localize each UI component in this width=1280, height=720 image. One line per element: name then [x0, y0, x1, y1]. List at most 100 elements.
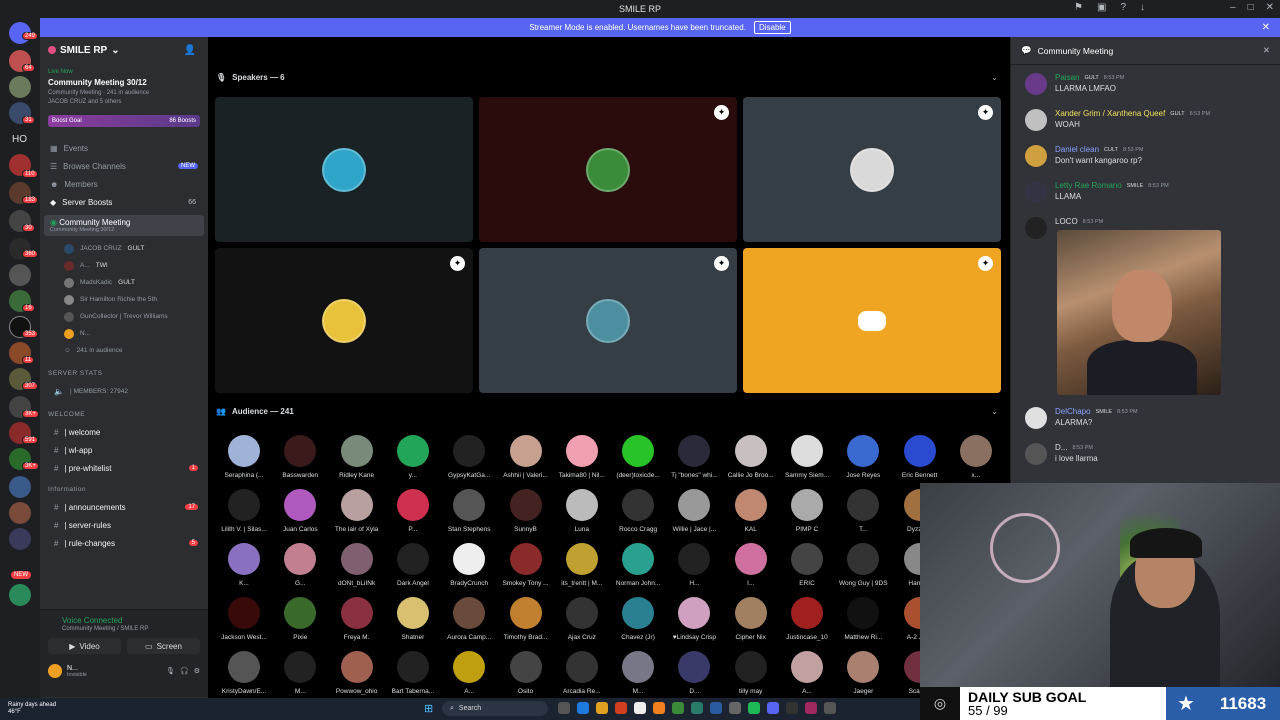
audience-member[interactable]: Jose Reyes [835, 435, 891, 489]
add-member-icon[interactable]: 👤 [184, 45, 196, 56]
audience-member[interactable]: Wong Guy | 9DS [835, 543, 891, 597]
audience-member[interactable]: I... [723, 543, 779, 597]
audience-member[interactable]: Lilith V. | Silas... [216, 489, 272, 543]
chat-message[interactable]: Xander Grim / Xanthena Queef GULT 8:53 PM W… [1025, 109, 1275, 131]
speaker-tile[interactable] [215, 97, 473, 242]
obs-icon[interactable] [786, 702, 798, 714]
audience-member[interactable]: M... [272, 651, 328, 698]
audience-member[interactable]: Shatner [385, 597, 441, 651]
audience-member[interactable]: Powwow_ohio [329, 651, 385, 698]
app-icon[interactable] [634, 702, 646, 714]
spotify-icon[interactable] [748, 702, 760, 714]
audience-member[interactable]: Sammy Siem... [779, 435, 835, 489]
audience-member[interactable]: Eric Bennett [892, 435, 948, 489]
audience-member[interactable]: Bart Taberna... [385, 651, 441, 698]
channel-welcome[interactable]: # | welcome [40, 423, 208, 441]
boost-goal-bar[interactable]: Boost Goal 86 Boosts [48, 115, 200, 127]
audience-member[interactable]: A... [441, 651, 497, 698]
channel-wl-app[interactable]: # | wl-app [40, 441, 208, 459]
server-icon[interactable] [9, 528, 31, 550]
app-icon[interactable] [805, 702, 817, 714]
app-icon[interactable] [729, 702, 741, 714]
windows-start-icon[interactable]: ⊞ [424, 702, 436, 715]
category-welcome[interactable]: WELCOME [40, 406, 208, 423]
audience-member[interactable]: Matthew Ri... [835, 597, 891, 651]
audience-member[interactable]: KristyDawn/E... [216, 651, 272, 698]
close-icon[interactable]: ✕ [1263, 45, 1270, 56]
monitor-icon[interactable]: ▣ [1097, 2, 1106, 13]
stage-user[interactable]: A... TWI [40, 257, 208, 274]
live-event-card[interactable]: Live Now Community Meeting 30/12 Communi… [40, 63, 208, 111]
audience-member[interactable]: G... [272, 543, 328, 597]
stage-user[interactable]: JACOB CRUZ GULT [40, 240, 208, 257]
task-view-icon[interactable] [558, 702, 570, 714]
audience-member[interactable]: Norman John... [610, 543, 666, 597]
help-icon[interactable]: ? [1120, 2, 1126, 13]
chat-message[interactable]: Letty Rae Romano SMILE 8:53 PM LLAMA [1025, 181, 1275, 203]
user-panel[interactable]: N... Invisible 🎙 🎧 ⚙ [40, 660, 208, 682]
audience-member[interactable]: Freya M. [329, 597, 385, 651]
speaker-tile[interactable]: ✦ [479, 248, 737, 393]
stage-user[interactable]: N... [40, 325, 208, 342]
discord-icon[interactable] [767, 702, 779, 714]
headphones-icon[interactable]: 🎧 [180, 667, 189, 675]
audience-member[interactable]: Jackson West... [216, 597, 272, 651]
mic-icon[interactable]: 🎙 [166, 667, 175, 675]
audience-member[interactable]: Takima80 | Nil... [554, 435, 610, 489]
audience-member[interactable]: y... [385, 435, 441, 489]
server-icon[interactable] [9, 76, 31, 98]
author-name[interactable]: DelChapo [1055, 407, 1091, 416]
audience-member[interactable]: tilly may [723, 651, 779, 698]
audience-member[interactable]: Seraphina (... [216, 435, 272, 489]
chevron-down-icon[interactable]: ⌄ [991, 73, 998, 82]
audience-member[interactable]: Juan Carlos [272, 489, 328, 543]
audience-member[interactable]: Aurora Camp... [441, 597, 497, 651]
weather-widget[interactable]: Rainy days ahead 46°F [8, 702, 56, 716]
stage-user[interactable]: MadsKadic GULT [40, 274, 208, 291]
audience-member[interactable]: Timothy Brad... [498, 597, 554, 651]
author-name[interactable]: Paisan [1055, 73, 1079, 82]
audience-member[interactable]: K... [216, 543, 272, 597]
audience-member[interactable]: Osito [498, 651, 554, 698]
author-name[interactable]: Daniel clean [1055, 145, 1099, 154]
inbox-icon[interactable]: ⚑ [1074, 2, 1083, 13]
channel-members-stat[interactable]: 🔈 | MEMBERS: 27942 [40, 382, 208, 400]
nav-server-boosts[interactable]: ◆ Server Boosts 66 [40, 193, 208, 211]
audience-member[interactable]: Stan Stephens [441, 489, 497, 543]
audience-member[interactable]: D... [666, 651, 722, 698]
app-icon[interactable] [672, 702, 684, 714]
explorer-icon[interactable] [596, 702, 608, 714]
audience-member[interactable]: Jaeger [835, 651, 891, 698]
minimize-icon[interactable]: – [1230, 2, 1236, 13]
channel-pre-whitelist[interactable]: # | pre-whitelist 1 [40, 459, 208, 477]
chat-message[interactable]: D... 8:53 PM i love llarma [1025, 443, 1275, 465]
audience-member[interactable]: Rocco Cragg [610, 489, 666, 543]
screen-button[interactable]: ▭ Screen [127, 638, 200, 654]
audience-member[interactable]: Basswarden [272, 435, 328, 489]
edge-icon[interactable] [577, 702, 589, 714]
stage-user[interactable]: Sir Hamilton Richie the 5th [40, 291, 208, 308]
download-icon[interactable]: ↓ [1140, 2, 1145, 13]
audience-member[interactable]: Dark Angel [385, 543, 441, 597]
audience-member[interactable]: H... [666, 543, 722, 597]
steam-icon[interactable] [710, 702, 722, 714]
server-icon[interactable] [9, 584, 31, 606]
vlc-icon[interactable] [653, 702, 665, 714]
nav-members[interactable]: ☻ Members [40, 175, 208, 193]
author-name[interactable]: Letty Rae Romano [1055, 181, 1122, 190]
audience-member[interactable]: T... [835, 489, 891, 543]
audience-member[interactable]: its_trentt | M... [554, 543, 610, 597]
audience-member[interactable]: ERIC [779, 543, 835, 597]
audience-count[interactable]: ☺ 241 in audience [40, 342, 208, 359]
channel-rule-changes[interactable]: # | rule-changes 5 [40, 534, 208, 552]
audience-member[interactable]: Cipher Nix [723, 597, 779, 651]
stage-user[interactable]: GunCollector | Trevor Williams [40, 308, 208, 325]
taskbar-search[interactable]: ⌕ Search [442, 701, 548, 716]
close-icon[interactable]: ✕ [1266, 2, 1274, 13]
speaker-tile[interactable]: ✦ [743, 97, 1001, 242]
speaker-tile[interactable]: ✦ [215, 248, 473, 393]
channel-announcements[interactable]: # | announcements 17 [40, 498, 208, 516]
audience-member[interactable]: A... [779, 651, 835, 698]
speaker-tile[interactable]: ✦ [743, 248, 1001, 393]
app-icon[interactable] [691, 702, 703, 714]
